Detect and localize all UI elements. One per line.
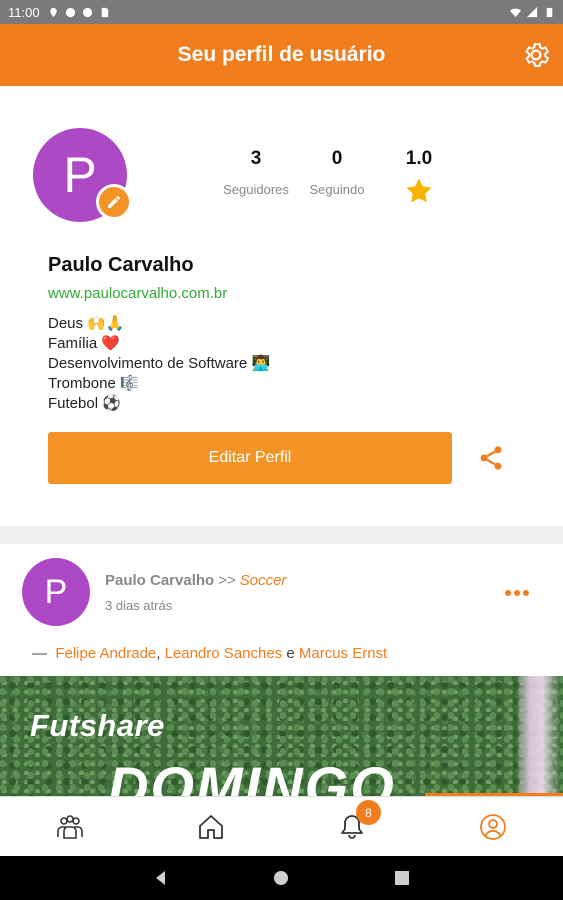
- field-line: [516, 676, 560, 796]
- post-card: P Paulo Carvalho >> Soccer 3 dias atrás — …: [0, 544, 563, 796]
- notification-badge: 8: [356, 800, 381, 825]
- post-image[interactable]: Futshare DOMINGO: [0, 676, 563, 796]
- post-avatar[interactable]: P: [22, 558, 90, 626]
- recents-icon[interactable]: [393, 869, 411, 887]
- post-group[interactable]: Soccer: [240, 572, 287, 589]
- status-bar: 11:00: [0, 0, 563, 24]
- gear-icon[interactable]: [521, 40, 551, 70]
- post-header: Paulo Carvalho >> Soccer: [105, 572, 286, 589]
- post-timestamp: 3 dias atrás: [105, 598, 173, 613]
- tagged-user[interactable]: Felipe Andrade: [55, 645, 156, 662]
- wifi-icon: [510, 8, 521, 17]
- more-dots-icon: [523, 590, 529, 596]
- tagged-users: — Felipe Andrade, Leandro Sanches e Marc…: [32, 645, 387, 662]
- status-notification-icons: [48, 7, 110, 18]
- more-dots-icon: [505, 590, 511, 596]
- more-dots-icon: [514, 590, 520, 596]
- tag-prefix: —: [32, 645, 47, 662]
- image-brand-text: Futshare: [30, 708, 165, 743]
- bio-line: Futebol ⚽: [48, 395, 121, 412]
- profile-name: Paulo Carvalho: [48, 254, 194, 276]
- image-headline-text: DOMINGO: [108, 755, 396, 796]
- website-link[interactable]: www.paulocarvalho.com.br: [48, 285, 227, 302]
- profile-icon[interactable]: [477, 811, 509, 843]
- bio-line: Trombone 🎼: [48, 375, 139, 392]
- system-navigation-bar: [0, 856, 563, 900]
- bio-line: Desenvolvimento de Software 👨‍💻: [48, 355, 271, 372]
- share-icon[interactable]: [477, 444, 505, 472]
- post-separator: >>: [218, 572, 236, 589]
- profile-card: P 3 Seguidores 0 Seguindo 1.0 Paulo Carv…: [0, 86, 563, 526]
- battery-icon: [546, 7, 553, 17]
- bio-line: Família ❤️: [48, 335, 121, 352]
- rating-value: 1.0: [405, 148, 433, 169]
- pencil-icon: [108, 195, 120, 208]
- edit-avatar-button[interactable]: [96, 184, 132, 220]
- profile-bio: Deus 🙌🙏 Família ❤️ Desenvolvimento de So…: [48, 314, 270, 414]
- edit-profile-button[interactable]: Editar Perfil: [48, 432, 452, 484]
- rating-stat: 1.0: [369, 148, 469, 211]
- signal-icon: [527, 6, 538, 17]
- tagged-user[interactable]: Leandro Sanches: [165, 645, 283, 662]
- app-notification-icon: [82, 7, 92, 17]
- star-icon: [406, 178, 432, 203]
- post-author[interactable]: Paulo Carvalho: [105, 572, 214, 589]
- app-bar: Seu perfil de usuário: [0, 24, 563, 86]
- bottom-navigation: 8: [0, 796, 563, 856]
- location-icon: [49, 7, 57, 17]
- back-icon[interactable]: [152, 869, 170, 887]
- tag-and: e: [286, 645, 295, 662]
- tag-comma: ,: [156, 645, 161, 662]
- sd-card-icon: [101, 7, 108, 17]
- tagged-user[interactable]: Marcus Ernst: [299, 645, 387, 662]
- home-icon[interactable]: [195, 811, 227, 843]
- more-options-button[interactable]: [505, 586, 535, 600]
- status-time: 11:00: [8, 4, 40, 20]
- home-button-icon[interactable]: [272, 869, 290, 887]
- groups-icon[interactable]: [54, 811, 86, 843]
- bio-line: Deus 🙌🙏: [48, 315, 125, 332]
- app-notification-icon: [65, 7, 75, 17]
- page-title: Seu perfil de usuário: [177, 43, 386, 66]
